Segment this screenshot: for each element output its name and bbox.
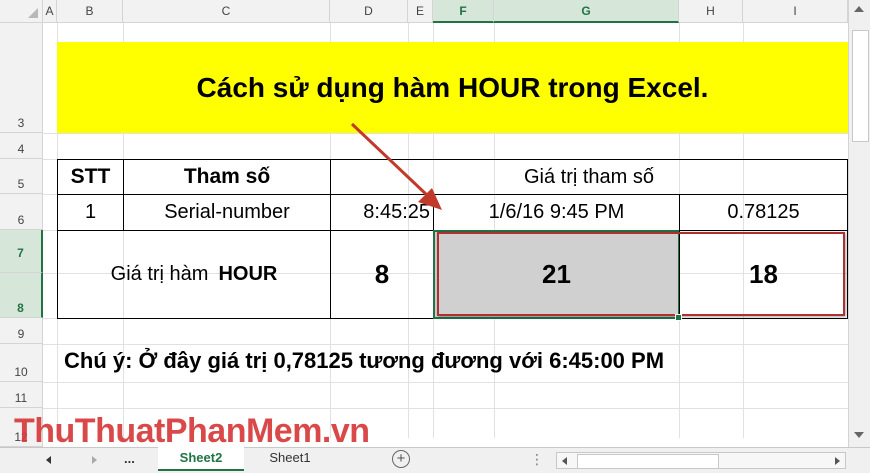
- sheet-tab-bar: ... Sheet2 Sheet1 + ⋮: [0, 447, 870, 473]
- row-header-11[interactable]: 11: [0, 382, 43, 408]
- row-header-6[interactable]: 6: [0, 194, 43, 230]
- annotation-arrow: [350, 122, 442, 210]
- col-header-g[interactable]: G: [494, 0, 679, 23]
- page-title: Cách sử dụng hàm HOUR trong Excel.: [196, 71, 709, 103]
- tab-scroll-right-icon[interactable]: [92, 456, 97, 464]
- select-all-corner[interactable]: [0, 0, 43, 23]
- value-decimal-cell[interactable]: 0.78125: [679, 194, 848, 231]
- note-text: Chú ý: Ở đây giá trị 0,78125 tương đương…: [64, 348, 665, 373]
- add-sheet-button[interactable]: +: [392, 450, 410, 468]
- watermark-logo: ThuThuatPhanMem.vn: [14, 412, 370, 450]
- row-index-cell[interactable]: 1: [57, 194, 124, 231]
- col-header-f[interactable]: F: [433, 0, 494, 23]
- row-header-4[interactable]: 4: [0, 133, 43, 159]
- row-header-5[interactable]: 5: [0, 159, 43, 194]
- col-header-b[interactable]: B: [57, 0, 123, 23]
- col-header-i[interactable]: I: [743, 0, 848, 23]
- hscroll-left-icon[interactable]: [562, 457, 567, 465]
- tab-sheet1[interactable]: Sheet1: [250, 450, 330, 465]
- row-header-8[interactable]: 8: [0, 273, 43, 318]
- header-param[interactable]: Tham số: [123, 159, 331, 195]
- col-header-h[interactable]: H: [679, 0, 743, 23]
- row-header-7[interactable]: 7: [0, 230, 43, 273]
- col-header-c[interactable]: C: [123, 0, 330, 23]
- col-header-d[interactable]: D: [330, 0, 408, 23]
- scroll-thumb[interactable]: [852, 30, 869, 142]
- scroll-up-icon[interactable]: [854, 6, 864, 12]
- header-stt[interactable]: STT: [57, 159, 124, 195]
- row-header-10[interactable]: 10: [0, 344, 43, 382]
- scroll-down-icon[interactable]: [854, 432, 864, 438]
- fill-handle[interactable]: [675, 314, 682, 321]
- row-header-3[interactable]: 3: [0, 23, 43, 133]
- vertical-scrollbar[interactable]: [848, 0, 870, 447]
- col-header-e[interactable]: E: [408, 0, 433, 23]
- horizontal-scrollbar[interactable]: [556, 452, 846, 469]
- result-time-cell[interactable]: 8: [330, 230, 434, 319]
- hscroll-right-icon[interactable]: [835, 457, 840, 465]
- tab-split-handle-icon[interactable]: ⋮: [530, 452, 544, 466]
- tab-scroll-left-icon[interactable]: [46, 456, 51, 464]
- more-sheets-button[interactable]: ...: [124, 451, 135, 466]
- value-datetime-cell[interactable]: 1/6/16 9:45 PM: [433, 194, 680, 231]
- col-header-a[interactable]: A: [43, 0, 57, 23]
- row-param-cell[interactable]: Serial-number: [123, 194, 331, 231]
- hscroll-thumb[interactable]: [577, 454, 719, 469]
- result-highlight-frame: [437, 232, 845, 316]
- result-label-cell[interactable]: Giá trị hàm HOUR: [57, 230, 331, 319]
- tab-sheet2[interactable]: Sheet2: [158, 447, 244, 471]
- row-header-9[interactable]: 9: [0, 318, 43, 344]
